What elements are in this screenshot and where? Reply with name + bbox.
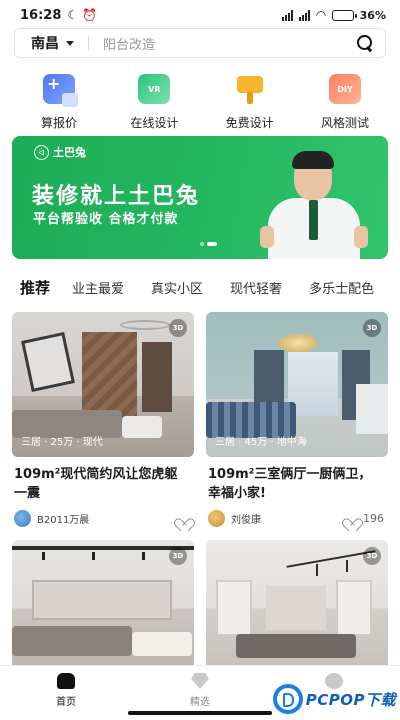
quick-item-label: 在线设计 bbox=[130, 116, 179, 130]
category-tabs: 推荐 业主最爱 真实小区 现代轻奢 多乐士配色 bbox=[0, 272, 400, 302]
card-title[interactable]: 109m²现代简约风让您虎躯一震 bbox=[12, 465, 194, 503]
room-image[interactable]: 3D bbox=[206, 540, 388, 665]
spokesperson-image bbox=[260, 148, 368, 259]
quick-item-quote[interactable]: + 算报价 bbox=[24, 74, 94, 131]
moon-icon: ☾ bbox=[67, 8, 79, 22]
home-indicator[interactable] bbox=[128, 711, 272, 715]
divider bbox=[88, 36, 89, 50]
search-input[interactable]: 阳台改造 bbox=[103, 34, 355, 53]
tab-recommend[interactable]: 推荐 bbox=[20, 277, 50, 298]
paint-roller-icon bbox=[234, 74, 266, 104]
promo-banner[interactable]: ᐛ 土巴兔 装修就上土巴兔 平台帮验收 合格才付款 bbox=[12, 136, 388, 259]
like-count: 196 bbox=[363, 512, 384, 525]
battery-percent: 36% bbox=[359, 8, 386, 22]
design-card[interactable]: 3D bbox=[12, 540, 194, 665]
tab-modern-luxury[interactable]: 现代轻奢 bbox=[230, 278, 282, 297]
banner-title: 装修就上土巴兔 bbox=[32, 184, 201, 209]
room-image[interactable]: 3D bbox=[12, 540, 194, 665]
design-card[interactable]: 3D 三居 · 25万 · 现代 109m²现代简约风让您虎躯一震 B2011万… bbox=[12, 312, 194, 527]
3d-badge: 3D bbox=[363, 319, 381, 337]
signal-icon bbox=[299, 9, 311, 21]
avatar bbox=[208, 510, 225, 527]
status-time: 16:28 bbox=[20, 7, 62, 23]
wifi-icon: ◠ bbox=[316, 8, 326, 22]
quick-item-style-test[interactable]: DIY 风格测试 bbox=[310, 74, 380, 131]
3d-badge: 3D bbox=[169, 547, 187, 565]
quick-entries: + 算报价 VR 在线设计 免费设计 DIY 风格测试 bbox=[0, 74, 400, 131]
tab-home[interactable]: 首页 bbox=[36, 673, 96, 708]
tab-label: 首页 bbox=[56, 697, 76, 708]
quick-item-label: 风格测试 bbox=[320, 116, 369, 130]
diy-style-icon: DIY bbox=[328, 74, 361, 104]
rabbit-icon: ᐛ bbox=[34, 144, 49, 160]
heart-icon[interactable] bbox=[177, 513, 190, 525]
signal-icon bbox=[282, 9, 294, 21]
city-selector[interactable]: 南昌 bbox=[31, 33, 59, 53]
3d-badge: 3D bbox=[169, 319, 187, 337]
banner-slogan: 平台帮验收 合格才付款 bbox=[33, 212, 179, 227]
status-bar: 16:28 ☾ ⏰ ◠ 36% bbox=[0, 0, 400, 30]
tab-label: 精选 bbox=[190, 697, 210, 708]
tab-featured[interactable]: 精选 bbox=[170, 673, 230, 708]
carousel-indicator bbox=[200, 242, 217, 246]
design-card[interactable]: 3D bbox=[206, 540, 388, 665]
search-icon[interactable] bbox=[355, 33, 375, 53]
quick-item-label: 免费设计 bbox=[225, 116, 274, 130]
tab-real-community[interactable]: 真实小区 bbox=[151, 278, 203, 297]
watermark-logo bbox=[272, 684, 303, 714]
brand-name: 土巴兔 bbox=[53, 146, 86, 159]
battery-icon bbox=[331, 9, 357, 21]
room-image[interactable]: 3D 三居 · 25万 · 现代 bbox=[12, 312, 194, 457]
vr-design-icon: VR bbox=[138, 74, 171, 104]
chevron-down-icon[interactable] bbox=[66, 40, 74, 46]
brand-logo: ᐛ 土巴兔 bbox=[34, 144, 86, 160]
diamond-icon bbox=[191, 673, 209, 689]
search-bar[interactable]: 南昌 阳台改造 bbox=[14, 28, 386, 58]
quick-item-label: 算报价 bbox=[40, 116, 77, 130]
card-title[interactable]: 109m²三室俩厅一厨俩卫，幸福小家! bbox=[206, 465, 388, 503]
tab-dulux-colors[interactable]: 多乐士配色 bbox=[309, 278, 374, 297]
alarm-icon: ⏰ bbox=[82, 8, 98, 22]
3d-badge: 3D bbox=[363, 547, 381, 565]
author-name[interactable]: 刘俊康 bbox=[231, 511, 345, 526]
site-watermark: PCPOP下载 bbox=[272, 684, 396, 714]
design-card[interactable]: 3D 三居 · 45万 · 地中海 109m²三室俩厅一厨俩卫，幸福小家! 刘俊… bbox=[206, 312, 388, 527]
card-info: 三居 · 25万 · 现代 bbox=[21, 437, 103, 448]
card-info: 三居 · 45万 · 地中海 bbox=[215, 437, 307, 448]
avatar bbox=[14, 510, 31, 527]
quick-item-online-design[interactable]: VR 在线设计 bbox=[119, 74, 189, 131]
home-icon bbox=[57, 673, 75, 689]
heart-icon[interactable] bbox=[345, 513, 358, 525]
quote-calculator-icon: + bbox=[43, 74, 78, 107]
quick-item-free-design[interactable]: 免费设计 bbox=[215, 74, 285, 131]
watermark-text: PCPOP下载 bbox=[305, 690, 396, 709]
author-name[interactable]: B2011万晨 bbox=[37, 511, 177, 526]
room-image[interactable]: 3D 三居 · 45万 · 地中海 bbox=[206, 312, 388, 457]
tab-owner-favorite[interactable]: 业主最爱 bbox=[72, 278, 124, 297]
